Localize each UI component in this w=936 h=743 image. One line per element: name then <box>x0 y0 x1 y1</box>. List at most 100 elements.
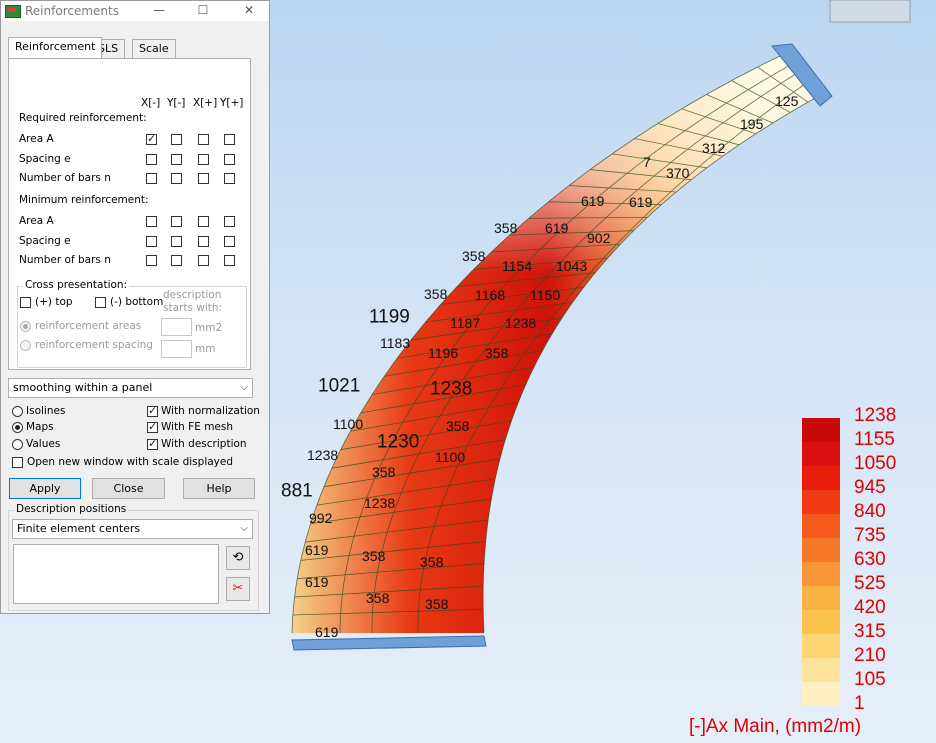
reinforcement-areas-radio[interactable] <box>20 321 31 332</box>
mesh-value-label: 358 <box>420 554 444 570</box>
legend-value: 525 <box>854 573 886 594</box>
mesh-value-label: 125 <box>775 93 799 109</box>
mesh-value-label: 358 <box>372 464 396 480</box>
mesh-value-label: 881 <box>281 481 313 502</box>
mesh-value-label: 619 <box>315 624 339 640</box>
with-fe-mesh-checkbox[interactable] <box>147 420 158 433</box>
required-checkbox[interactable] <box>198 153 209 165</box>
description-label-line1: description <box>163 289 222 301</box>
cut-icon[interactable]: ✂ <box>226 577 250 601</box>
reinforcement-panel: X[-] Y[-] X[+] Y[+] Required reinforceme… <box>8 58 251 370</box>
tab-scale[interactable]: Scale <box>132 39 176 58</box>
shell-surface-fade <box>292 54 826 633</box>
minimum-checkbox[interactable] <box>146 235 157 247</box>
legend-swatch <box>802 562 840 586</box>
mesh-value-label: 619 <box>305 574 329 590</box>
legend-swatch <box>802 490 840 514</box>
mesh-value-label: 358 <box>485 345 509 361</box>
required-checkbox[interactable] <box>224 134 235 145</box>
mesh-value-label: 619 <box>545 220 569 236</box>
legend-swatch <box>802 586 840 610</box>
corner-block <box>829 0 911 23</box>
reinforcement-spacing-radio[interactable] <box>20 340 31 351</box>
mesh-value-label: 1230 <box>377 432 419 453</box>
top-checkbox[interactable] <box>20 297 31 308</box>
with-normalization-checkbox[interactable] <box>147 404 158 417</box>
legend-value: 315 <box>854 621 886 642</box>
minimum-checkbox[interactable] <box>198 235 209 247</box>
legend-value: 1050 <box>854 453 897 474</box>
values-radio[interactable] <box>12 439 23 450</box>
minimum-checkbox[interactable] <box>171 255 182 266</box>
required-checkbox[interactable] <box>171 134 182 145</box>
mesh-value-label: 1196 <box>428 345 458 361</box>
spacing-start-input[interactable] <box>161 340 192 358</box>
dialog-titlebar[interactable]: Reinforcements — ☐ ✕ <box>1 1 269 21</box>
required-checkbox[interactable] <box>146 153 157 165</box>
mesh-value-label: 619 <box>581 193 605 209</box>
help-button[interactable]: Help <box>183 478 255 499</box>
required-checkbox[interactable] <box>198 173 209 184</box>
apply-button[interactable]: Apply <box>9 478 81 499</box>
minimum-checkbox[interactable] <box>224 235 235 247</box>
minimum-checkbox[interactable] <box>224 255 235 266</box>
description-positions-value: Finite element centers <box>17 522 141 535</box>
isolines-label: Isolines <box>26 405 66 417</box>
required-checkbox[interactable] <box>224 173 235 184</box>
minimum-row-label: Spacing e <box>19 234 71 247</box>
mesh-value-label: 195 <box>740 116 764 132</box>
required-checkbox[interactable] <box>198 134 209 145</box>
required-checkbox[interactable] <box>146 173 157 184</box>
required-checkbox[interactable] <box>171 173 182 184</box>
mesh-value-label: 1183 <box>380 335 410 351</box>
maps-radio[interactable] <box>12 422 23 433</box>
close-icon[interactable]: ✕ <box>227 1 271 21</box>
mesh-value-label: 1100 <box>435 449 465 465</box>
required-row-label: Spacing e <box>19 152 71 165</box>
minimum-checkbox[interactable] <box>146 255 157 266</box>
minimum-checkbox[interactable] <box>198 216 209 227</box>
minimum-checkbox[interactable] <box>171 235 182 247</box>
mesh-value-label: 992 <box>309 510 333 526</box>
open-new-window-checkbox[interactable] <box>12 457 23 468</box>
description-textarea[interactable] <box>13 544 219 604</box>
minimum-checkbox[interactable] <box>198 255 209 266</box>
minimum-row-label: Area A <box>19 215 54 227</box>
refresh-icon[interactable]: ⟲ <box>226 546 250 570</box>
mesh-value-label: 1238 <box>364 495 395 511</box>
with-description-checkbox[interactable] <box>147 437 158 450</box>
top-label: (+) top <box>35 296 73 308</box>
required-checkbox[interactable] <box>171 153 182 165</box>
legend-value: 105 <box>854 669 886 690</box>
required-row-label: Area A <box>19 133 54 145</box>
isolines-radio[interactable] <box>12 406 23 417</box>
legend-swatch <box>802 514 840 538</box>
bottom-label: (-) bottom <box>110 296 164 308</box>
smoothing-value: smoothing within a panel <box>13 381 153 394</box>
mesh-value-label: 7 <box>643 154 651 170</box>
required-checkbox[interactable] <box>224 153 235 165</box>
smoothing-select[interactable]: smoothing within a panel ⌵ <box>8 378 253 398</box>
chevron-down-icon: ⌵ <box>240 382 248 393</box>
minimum-checkbox[interactable] <box>171 216 182 227</box>
required-checkbox[interactable] <box>146 132 157 145</box>
legend-value: 1155 <box>854 429 895 450</box>
legend-value: 840 <box>854 501 886 522</box>
maximize-icon[interactable]: ☐ <box>181 1 225 21</box>
with-fe-mesh-label: With FE mesh <box>161 421 234 433</box>
legend-value: 1238 <box>854 405 897 426</box>
tab-reinforcement[interactable]: Reinforcement <box>8 37 103 58</box>
required-heading: Required reinforcement: <box>19 112 147 124</box>
bottom-checkbox[interactable] <box>95 297 106 308</box>
legend-value: 210 <box>854 645 886 666</box>
minimize-icon[interactable]: — <box>137 1 181 21</box>
minimum-checkbox[interactable] <box>146 216 157 227</box>
chevron-down-icon: ⌵ <box>240 523 248 534</box>
area-start-input[interactable] <box>161 318 192 336</box>
description-positions-select[interactable]: Finite element centers ⌵ <box>12 519 253 539</box>
legend-value: 735 <box>854 525 886 546</box>
minimum-checkbox[interactable] <box>224 216 235 227</box>
legend-swatch <box>802 610 840 634</box>
close-button[interactable]: Close <box>92 478 165 499</box>
mesh-value-label: 1043 <box>556 258 587 274</box>
